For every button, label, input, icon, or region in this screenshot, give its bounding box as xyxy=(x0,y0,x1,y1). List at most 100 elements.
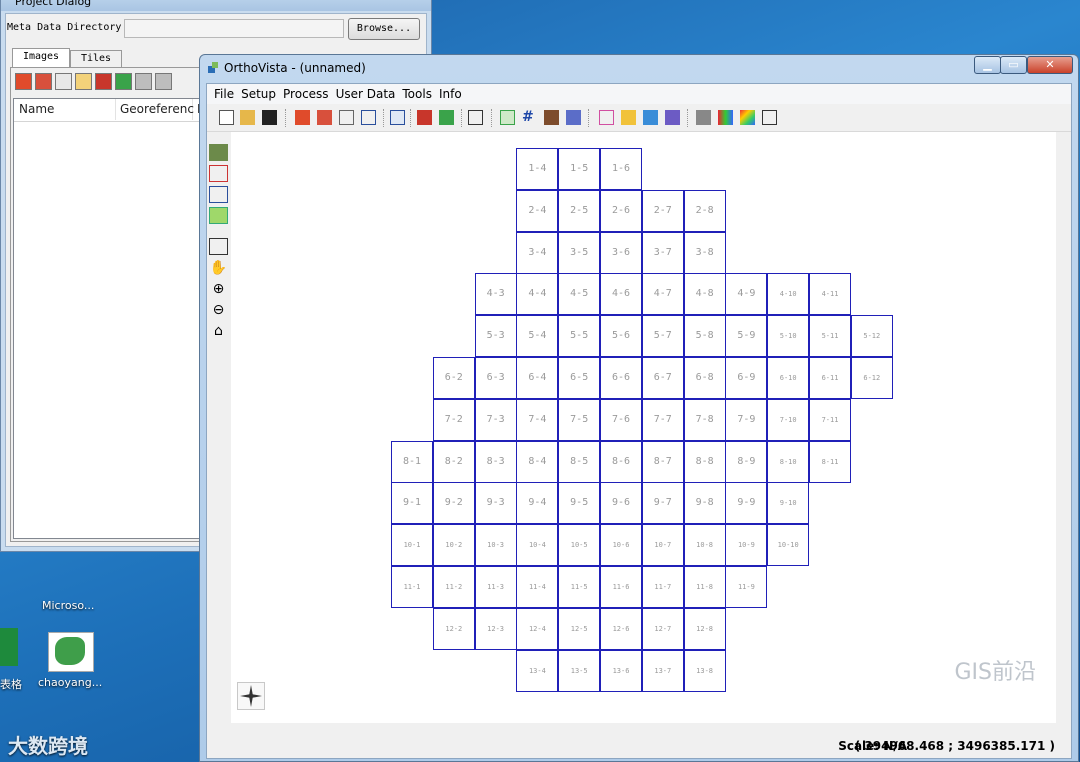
tile-5-3[interactable]: 5-3 xyxy=(474,315,517,358)
tile-12-2[interactable]: 12-2 xyxy=(432,607,475,650)
hash-grid-icon[interactable]: # xyxy=(522,110,537,125)
desktop-icon-label-microsoft[interactable]: Microso... xyxy=(42,599,94,612)
menu-info[interactable]: Info xyxy=(432,84,462,104)
frame-icon[interactable] xyxy=(468,110,483,125)
tile-9-7[interactable]: 9-7 xyxy=(641,482,684,525)
tile-6-7[interactable]: 6-7 xyxy=(641,357,684,399)
tile-3-4[interactable]: 3-4 xyxy=(516,231,559,274)
tile-5-11[interactable]: 5-11 xyxy=(809,315,851,358)
tile-8-11[interactable]: 8-11 xyxy=(809,440,851,483)
tile-10-10[interactable]: 10-10 xyxy=(767,524,810,567)
tile-5-7[interactable]: 5-7 xyxy=(641,315,684,358)
badge-tool-icon[interactable] xyxy=(209,207,228,224)
tile-8-3[interactable]: 8-3 xyxy=(474,440,517,483)
spreadsheet-app-icon[interactable] xyxy=(0,628,18,666)
text-tool-icon[interactable] xyxy=(209,186,228,203)
tile-5-12[interactable]: 5-12 xyxy=(850,315,893,358)
tile-9-8[interactable]: 9-8 xyxy=(683,482,726,525)
crosshair-icon[interactable] xyxy=(339,110,354,125)
tile-9-5[interactable]: 9-5 xyxy=(558,482,601,525)
tile-map-canvas[interactable]: 1-4 1-5 1-6 2-4 2-5 2-6 2-7 2-8 3-4 3-5 3-6 3-7 3-8 4… xyxy=(231,132,1056,724)
tile-2-5[interactable]: 2-5 xyxy=(558,189,601,232)
tile-13-5[interactable]: 13-5 xyxy=(558,649,601,692)
tile-11-9[interactable]: 11-9 xyxy=(725,566,768,608)
tile-11-4[interactable]: 11-4 xyxy=(516,566,559,608)
tile-5-6[interactable]: 5-6 xyxy=(600,315,642,358)
column-name[interactable]: Name xyxy=(14,99,116,120)
tile-4-4[interactable]: 4-4 xyxy=(516,273,559,316)
tile-9-4[interactable]: 9-4 xyxy=(516,482,559,525)
tile-12-4[interactable]: 12-4 xyxy=(516,607,559,650)
tile-1-4[interactable]: 1-4 xyxy=(516,148,559,190)
tile-2-8[interactable]: 2-8 xyxy=(683,189,726,232)
close-button[interactable]: ✕ xyxy=(1027,56,1073,74)
add-image-icon[interactable] xyxy=(295,110,310,125)
tile-11-3[interactable]: 11-3 xyxy=(474,566,517,608)
tile-9-3[interactable]: 9-3 xyxy=(474,482,517,525)
tile-5-4[interactable]: 5-4 xyxy=(516,315,559,358)
tile-7-7[interactable]: 7-7 xyxy=(641,398,684,441)
tile-1-5[interactable]: 1-5 xyxy=(558,148,601,190)
shirt-icon[interactable] xyxy=(643,110,658,125)
tile-8-2[interactable]: 8-2 xyxy=(432,440,475,483)
tile-5-5[interactable]: 5-5 xyxy=(558,315,601,358)
minimize-button[interactable]: ▁ xyxy=(974,56,1001,74)
tile-7-2[interactable]: 7-2 xyxy=(432,398,475,441)
tile-7-8[interactable]: 7-8 xyxy=(683,398,726,441)
tile-8-5[interactable]: 8-5 xyxy=(558,440,601,483)
eraser-icon[interactable] xyxy=(665,110,680,125)
tile-2-4[interactable]: 2-4 xyxy=(516,189,559,232)
tile-7-4[interactable]: 7-4 xyxy=(516,398,559,441)
menu-tools[interactable]: Tools xyxy=(395,84,432,104)
tile-3-7[interactable]: 3-7 xyxy=(641,231,684,274)
tile-8-9[interactable]: 8-9 xyxy=(725,440,768,483)
tile-13-7[interactable]: 13-7 xyxy=(641,649,684,692)
tab-tiles[interactable]: Tiles xyxy=(70,50,122,68)
tile-6-12[interactable]: 6-12 xyxy=(850,357,893,399)
menu-file[interactable]: File xyxy=(207,84,234,104)
color-palette-icon[interactable] xyxy=(718,110,733,125)
tile-12-6[interactable]: 12-6 xyxy=(600,607,642,650)
horizontal-scrollbar[interactable] xyxy=(231,723,1056,732)
table-icon[interactable] xyxy=(390,110,405,125)
tile-8-7[interactable]: 8-7 xyxy=(641,440,684,483)
document-icon[interactable] xyxy=(762,110,777,125)
tile-4-7[interactable]: 4-7 xyxy=(641,273,684,316)
grid-view-icon[interactable] xyxy=(209,144,228,161)
tile-8-8[interactable]: 8-8 xyxy=(683,440,726,483)
tile-11-6[interactable]: 11-6 xyxy=(600,566,642,608)
green-tool-icon[interactable] xyxy=(439,110,454,125)
tile-3-8[interactable]: 3-8 xyxy=(683,231,726,274)
tile-10-8[interactable]: 10-8 xyxy=(683,524,726,567)
tile-1-6[interactable]: 1-6 xyxy=(600,148,642,190)
tile-6-9[interactable]: 6-9 xyxy=(725,357,768,399)
tile-4-6[interactable]: 4-6 xyxy=(600,273,642,316)
pattern-icon[interactable] xyxy=(696,110,711,125)
tile-8-4[interactable]: 8-4 xyxy=(516,440,559,483)
brush-icon[interactable] xyxy=(566,110,581,125)
desktop-icon-label-table[interactable]: 表格 xyxy=(0,676,22,692)
tile-select-icon[interactable] xyxy=(500,110,515,125)
tile-12-8[interactable]: 12-8 xyxy=(683,607,726,650)
tile-10-3[interactable]: 10-3 xyxy=(474,524,517,567)
tile-2-6[interactable]: 2-6 xyxy=(600,189,642,232)
tile-6-5[interactable]: 6-5 xyxy=(558,357,601,399)
tile-9-1[interactable]: 9-1 xyxy=(391,482,433,525)
tile-11-2[interactable]: 11-2 xyxy=(432,566,475,608)
pink-tool-icon[interactable] xyxy=(599,110,614,125)
tile-7-10[interactable]: 7-10 xyxy=(767,398,810,441)
tile-6-6[interactable]: 6-6 xyxy=(600,357,642,399)
tile-4-8[interactable]: 4-8 xyxy=(683,273,726,316)
tile-3-5[interactable]: 3-5 xyxy=(558,231,601,274)
zoom-in-icon[interactable]: ⊕ xyxy=(209,281,228,298)
tile-4-10[interactable]: 4-10 xyxy=(767,273,810,316)
tile-4-11[interactable]: 4-11 xyxy=(809,273,851,316)
tile-10-2[interactable]: 10-2 xyxy=(432,524,475,567)
tile-10-1[interactable]: 10-1 xyxy=(391,524,433,567)
tile-11-8[interactable]: 11-8 xyxy=(683,566,726,608)
browse-button[interactable]: Browse... xyxy=(348,18,420,40)
add-images-icon[interactable] xyxy=(35,73,52,90)
tile-6-3[interactable]: 6-3 xyxy=(474,357,517,399)
menu-process[interactable]: Process xyxy=(276,84,329,104)
home-extent-icon[interactable]: ⌂ xyxy=(209,323,228,340)
